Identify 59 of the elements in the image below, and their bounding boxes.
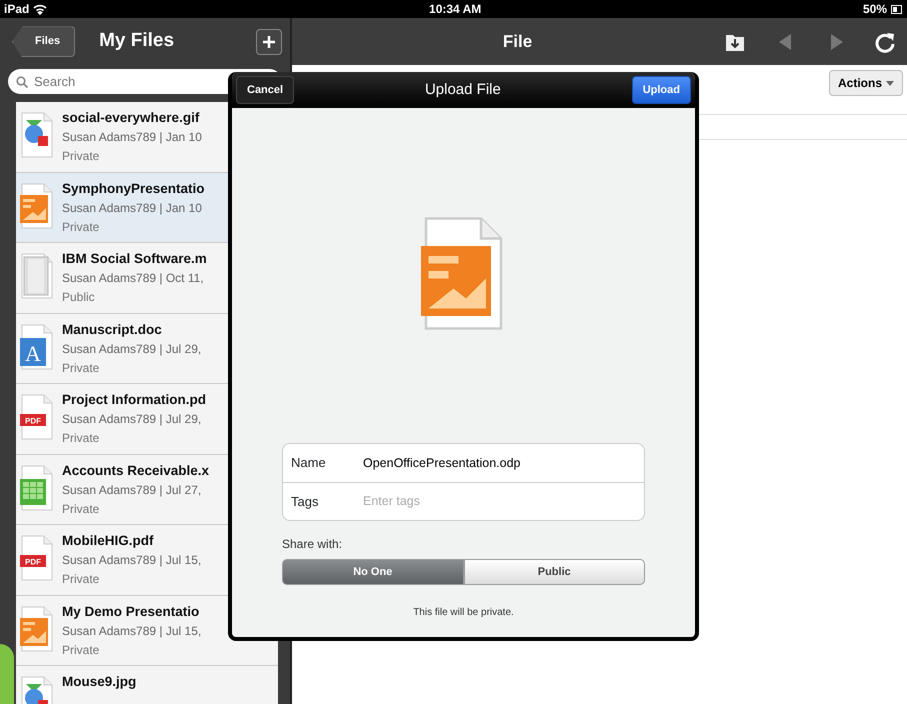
device-name: iPad [4, 1, 30, 18]
file-details: Susan Adams789 | Jan 10 [62, 129, 202, 146]
file-name: SymphonyPresentatio [62, 180, 205, 198]
privacy-note: This file will be private. [412, 606, 515, 620]
file-visibility: Private [62, 360, 100, 377]
file-visibility: Private [62, 642, 100, 659]
caret-icon [886, 80, 894, 86]
file-details: Susan Adams789 | Jul 27, [62, 482, 202, 499]
spreadsheet-file-icon [20, 464, 54, 511]
segment-button[interactable]: No One [282, 559, 464, 585]
back-button[interactable]: Files [12, 26, 76, 57]
file-name: MobileHIG.pdf [62, 532, 154, 550]
text-field[interactable]: OpenOfficePresentation.odp [361, 452, 636, 474]
file-details: Susan Adams789 | Jan 10 [62, 200, 202, 217]
file-name: Mouse9.jpg [62, 673, 136, 692]
file-details: Susan Adams789 | Jul 29, [62, 411, 202, 428]
clock: 10:34 AM [429, 1, 482, 18]
film-file-icon [20, 253, 54, 300]
file-details: Susan Adams789 | Jul 15, [62, 622, 202, 640]
field-label: Name [291, 454, 327, 472]
file-name: My Demo Presentatio [62, 602, 200, 621]
letter-file-icon: A [20, 324, 54, 370]
file-visibility: Private [62, 148, 100, 166]
file-details: Susan Adams789 | Oct 11, [62, 270, 204, 288]
file-visibility: Private [62, 571, 100, 588]
segment-button[interactable]: Public [464, 559, 645, 585]
corner-shape [0, 644, 14, 704]
file-name: Manuscript.doc [62, 320, 162, 339]
file-name: social-everywhere.gif [62, 109, 200, 128]
panel-title: My Files [99, 29, 176, 54]
field-label: Tags [291, 492, 320, 511]
battery-icon [891, 4, 903, 14]
file-visibility: Private [62, 500, 100, 518]
file-visibility: Private [62, 430, 100, 448]
file-details: Susan Adams789 | Jul 15, [62, 552, 202, 570]
pdf-file-icon: PDF [20, 394, 54, 440]
shapes-file-icon [20, 112, 54, 158]
text-field[interactable]: Enter tags [361, 491, 636, 512]
file-list-item[interactable]: Mouse9.jpg [16, 666, 278, 704]
file-visibility: Private [62, 218, 100, 236]
presentation-file-icon [20, 606, 54, 652]
file-visibility: Public [62, 289, 95, 306]
file-name: Project Information.pd [62, 391, 206, 410]
add-button[interactable] [256, 28, 282, 55]
dialog-title: Upload File [424, 80, 501, 100]
file-details: Susan Adams789 | Jul 29, [62, 340, 202, 358]
search-icon [16, 76, 28, 88]
actions-button[interactable]: Actions [828, 70, 903, 96]
pdf-file-icon: PDF [20, 535, 54, 582]
wifi-icon [33, 4, 48, 14]
battery-percent: 50% [862, 1, 887, 18]
file-name: Accounts Receivable.x [62, 462, 210, 480]
cancel-button[interactable]: Cancel [236, 76, 294, 104]
share-label: Share with: [282, 536, 344, 553]
page-title: File [502, 30, 532, 53]
presentation-file-icon [20, 182, 54, 229]
file-name: IBM Social Software.m [62, 250, 207, 268]
upload-button[interactable]: Upload [632, 76, 691, 104]
plus-icon [263, 36, 275, 48]
